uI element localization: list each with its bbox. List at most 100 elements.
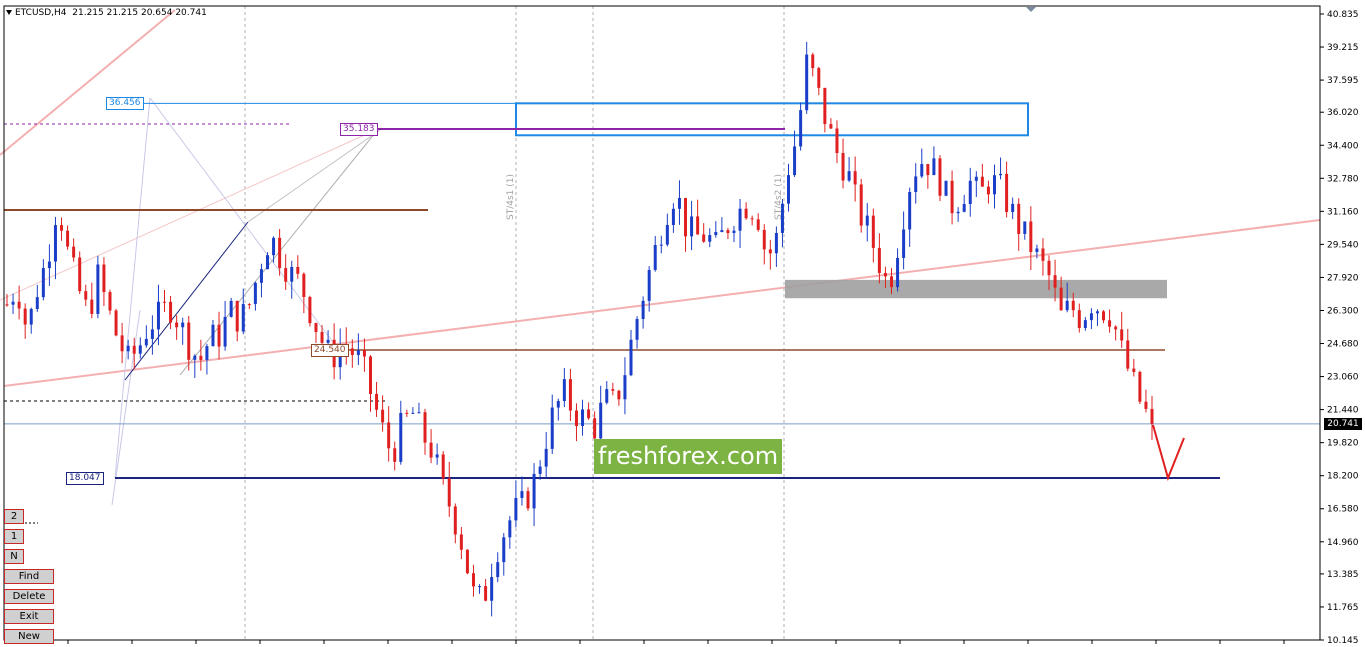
candle-body — [629, 339, 633, 376]
candle-body — [447, 478, 451, 507]
button-1[interactable]: 1 — [4, 529, 24, 544]
symbol-header: ETCUSD,H4 21.215 21.215 20.654 20.741 — [6, 8, 207, 18]
candle-body — [738, 208, 742, 231]
candle-body — [108, 292, 112, 311]
vertical-marker-labels: ST/4s1 (1) ST/4s2 (1) — [506, 174, 784, 220]
candle-body — [684, 197, 688, 237]
candle-body — [490, 577, 494, 601]
candle-body — [793, 146, 797, 176]
candle-body — [999, 173, 1003, 176]
candle-body — [799, 110, 803, 147]
candle-body — [84, 291, 88, 300]
candle-body — [1011, 203, 1015, 212]
candle-body — [787, 175, 791, 204]
zones — [515, 102, 1167, 299]
candle-body — [744, 208, 748, 219]
candle-body — [1077, 310, 1081, 328]
candle-body — [193, 355, 197, 360]
candle-body — [665, 224, 669, 245]
candle-body — [938, 158, 942, 196]
candle-body — [871, 215, 875, 248]
candle-body — [259, 269, 263, 283]
candle-body — [375, 393, 379, 410]
candle-body — [986, 186, 990, 195]
candle-body — [1138, 371, 1142, 402]
candle-body — [605, 389, 609, 403]
delete-button[interactable]: Delete — [4, 589, 54, 604]
candle-body — [587, 409, 591, 419]
find-button[interactable]: Find — [4, 569, 54, 584]
button-2[interactable]: 2 — [4, 509, 24, 524]
candle-body — [520, 491, 524, 498]
candle-body — [35, 297, 39, 309]
forecast-arrow-path — [1152, 424, 1185, 482]
candle-body — [823, 87, 827, 125]
price-tick-label: 14.960 — [1327, 538, 1359, 548]
price-tick-label: 36.020 — [1327, 108, 1359, 118]
candle-body — [326, 339, 330, 343]
candle-body — [1126, 340, 1130, 369]
candle-body — [671, 208, 675, 225]
price-tick-label: 18.200 — [1327, 472, 1359, 482]
button-n[interactable]: N — [4, 549, 24, 564]
candle-body — [17, 301, 21, 309]
ohlc-values: 21.215 21.215 20.654 20.741 — [72, 8, 207, 18]
candle-body — [932, 158, 936, 176]
candle-body — [72, 246, 76, 258]
collapse-icon[interactable] — [6, 10, 12, 15]
candle-body — [956, 211, 960, 214]
current-price-tag: 20.741 — [1324, 418, 1362, 430]
trend-lines — [0, 9, 1321, 506]
price-tick-label: 32.780 — [1327, 174, 1359, 184]
candle-body — [423, 412, 427, 443]
price-tick-label: 27.920 — [1327, 273, 1359, 283]
candle-body — [441, 454, 445, 479]
candle-body — [641, 300, 645, 320]
candle-body — [647, 269, 651, 301]
candle-body — [708, 235, 712, 242]
candle-body — [992, 175, 996, 195]
candle-body — [405, 412, 409, 414]
candle-body — [720, 230, 724, 233]
candle-body — [23, 308, 27, 325]
candle-body — [635, 319, 639, 340]
price-chart[interactable]: 40.835 39.215 37.595 36.020 34.400 32.780 31.1… — [0, 0, 1365, 647]
candle-body — [805, 54, 809, 111]
label-36456: 36.456 — [106, 97, 144, 110]
candle-body — [968, 180, 972, 204]
candle-body — [914, 176, 918, 193]
candle-body — [253, 282, 257, 305]
candle-body — [429, 442, 433, 458]
candle-body — [411, 412, 415, 414]
candle-body — [1102, 311, 1106, 321]
candle-body — [465, 549, 469, 574]
price-tick-label: 34.400 — [1327, 141, 1359, 151]
price-tick-label: 24.680 — [1327, 340, 1359, 350]
candle-body — [453, 506, 457, 535]
candle-body — [393, 448, 397, 462]
candle-body — [399, 412, 403, 462]
candle-body — [29, 308, 33, 325]
candle-body — [302, 273, 306, 298]
exit-button[interactable]: Exit — [4, 609, 54, 624]
candle-body — [290, 266, 294, 282]
candle-body — [1071, 300, 1075, 311]
price-tick-label: 26.300 — [1327, 306, 1359, 316]
marker-label-2: ST/4s2 (1) — [774, 174, 784, 220]
plot-frame — [3, 5, 1321, 641]
candle-body — [60, 225, 64, 231]
fib-line-1 — [114, 97, 151, 479]
candle-body — [926, 164, 930, 176]
candle-body — [484, 586, 488, 601]
candle-body — [653, 245, 657, 270]
candle-body — [11, 301, 15, 305]
candle-body — [1023, 221, 1027, 234]
candle-body — [1120, 329, 1124, 341]
new-button[interactable]: New — [4, 629, 54, 644]
candle-body — [320, 331, 324, 343]
candle-body — [1041, 248, 1045, 261]
candle-body — [696, 216, 700, 235]
candle-body — [659, 244, 663, 246]
price-tick-label: 16.580 — [1327, 505, 1359, 515]
candle-body — [1017, 203, 1021, 234]
